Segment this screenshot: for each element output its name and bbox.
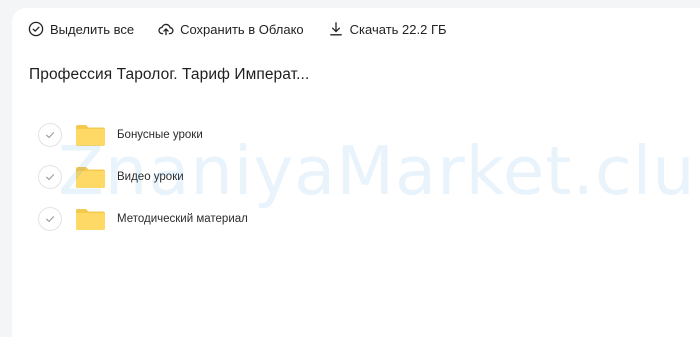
check-circle-icon bbox=[28, 21, 44, 37]
checkmark-icon bbox=[46, 174, 55, 181]
file-name: Бонусные уроки bbox=[117, 129, 203, 141]
folder-icon bbox=[75, 165, 106, 189]
select-checkbox[interactable] bbox=[38, 165, 62, 189]
file-name: Методический материал bbox=[117, 213, 248, 225]
download-label: Скачать 22.2 ГБ bbox=[349, 21, 447, 37]
page-title: Профессия Таролог. Тариф Императ... bbox=[29, 66, 310, 83]
checkmark-icon bbox=[46, 132, 55, 139]
file-list: Бонусные уроки Видео уроки Методический … bbox=[38, 114, 248, 240]
list-item[interactable]: Методический материал bbox=[38, 198, 248, 240]
folder-icon bbox=[75, 207, 106, 231]
select-all-label: Выделить все bbox=[50, 21, 135, 37]
save-to-cloud-button[interactable]: Сохранить в Облако bbox=[158, 21, 304, 37]
select-checkbox[interactable] bbox=[38, 123, 62, 147]
download-button[interactable]: Скачать 22.2 ГБ bbox=[328, 21, 447, 37]
select-all-button[interactable]: Выделить все bbox=[28, 21, 134, 37]
file-browser-panel: Выделить все Сохранить в Облако Скачать … bbox=[12, 8, 700, 337]
file-name: Видео уроки bbox=[117, 171, 184, 183]
list-item[interactable]: Видео уроки bbox=[38, 156, 248, 198]
folder-icon bbox=[75, 123, 106, 147]
save-to-cloud-label: Сохранить в Облако bbox=[180, 21, 304, 37]
cloud-upload-icon bbox=[158, 21, 174, 37]
toolbar: Выделить все Сохранить в Облако Скачать … bbox=[28, 18, 447, 40]
download-icon bbox=[328, 21, 344, 37]
list-item[interactable]: Бонусные уроки bbox=[38, 114, 248, 156]
checkmark-icon bbox=[46, 216, 55, 223]
select-checkbox[interactable] bbox=[38, 207, 62, 231]
